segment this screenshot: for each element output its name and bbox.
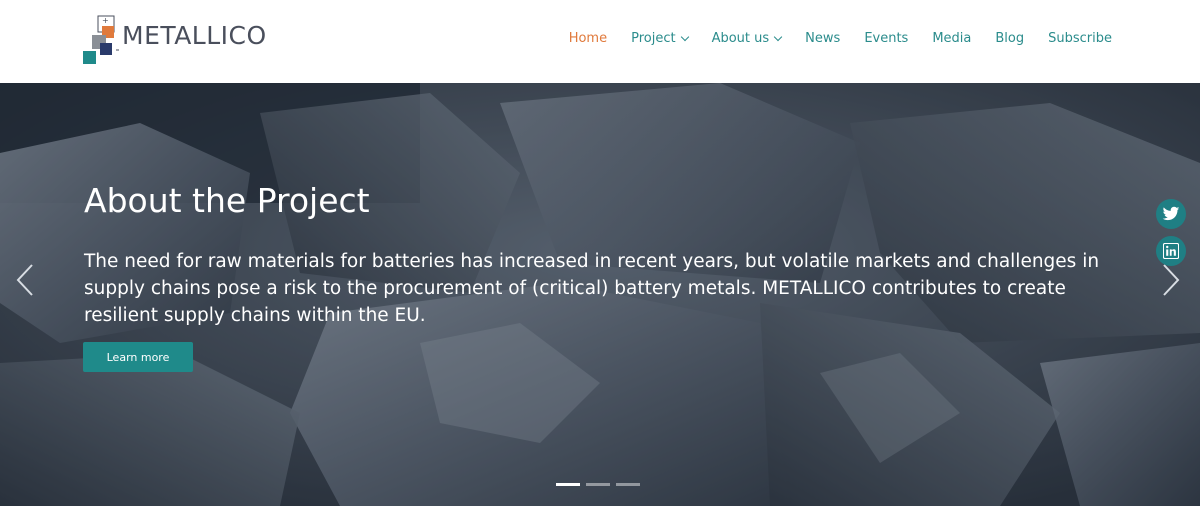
nav-item-label: Events [864,31,909,46]
site-header: + METALLICO Home Project About us News E… [0,0,1200,83]
twitter-link[interactable] [1156,199,1186,229]
brand-name: METALLICO [122,21,267,50]
main-nav: Home Project About us News Events Media … [545,31,1112,46]
linkedin-icon [1163,243,1179,259]
nav-item-media[interactable]: Media [932,31,971,46]
nav-item-news[interactable]: News [805,31,840,46]
chevron-right-icon[interactable] [1158,263,1182,297]
slider-dot[interactable] [586,483,610,486]
nav-item-subscribe[interactable]: Subscribe [1048,31,1112,46]
learn-more-button[interactable]: Learn more [83,342,193,372]
nav-item-home[interactable]: Home [569,31,607,46]
nav-item-label: Home [568,31,608,46]
slider-dot[interactable] [616,483,640,486]
chevron-left-icon[interactable] [14,263,38,297]
logo-mark-icon: + [83,15,119,64]
nav-item-blog[interactable]: Blog [995,31,1024,46]
chevron-down-icon [773,32,783,41]
nav-item-project[interactable]: Project [631,31,689,46]
slider-dot[interactable] [556,483,580,486]
nav-item-label: News [805,31,841,46]
nav-item-label: Project [631,31,676,46]
nav-item-about-us[interactable]: About us [711,31,783,46]
chevron-down-icon [680,32,689,41]
slider-dots [556,483,640,486]
hero-slider: About the Project The need for raw mater… [0,83,1200,506]
linkedin-link[interactable] [1156,236,1186,266]
hero-description: The need for raw materials for batteries… [84,251,1100,326]
nav-item-label: Media [932,31,972,46]
nav-item-label: Subscribe [1048,31,1112,46]
nav-item-events[interactable]: Events [864,31,908,46]
nav-item-label: About us [711,31,770,46]
hero-title: About the Project [84,181,370,220]
svg-text:+: + [102,16,109,25]
twitter-icon [1162,206,1180,221]
nav-item-label: Blog [995,31,1025,46]
logo[interactable]: + METALLICO [82,13,266,65]
